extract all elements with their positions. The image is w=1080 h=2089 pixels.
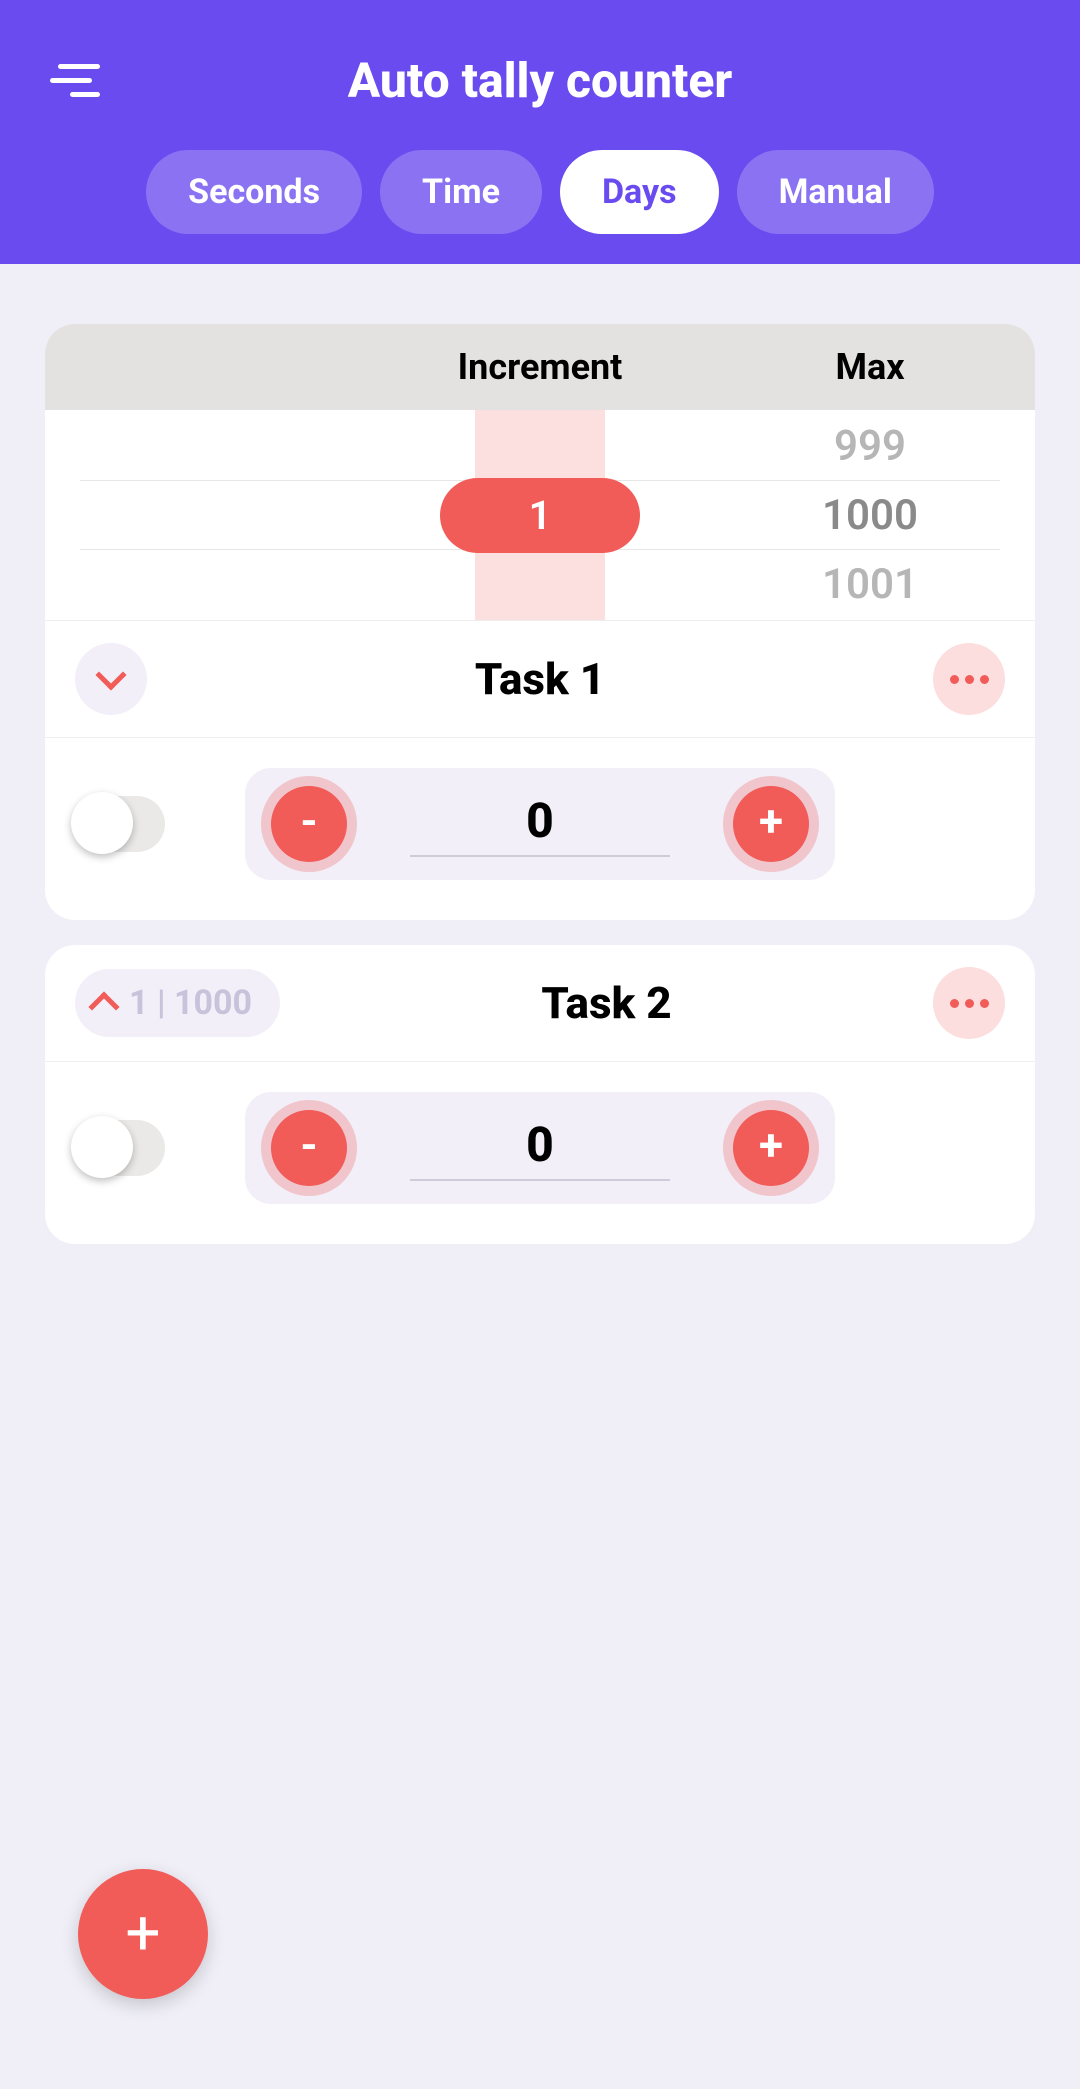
menu-icon[interactable] <box>50 55 100 105</box>
task-1-decrement-button[interactable]: - <box>271 786 347 862</box>
task-2-more-button[interactable] <box>933 967 1005 1039</box>
task-1-toggle[interactable] <box>75 796 165 852</box>
chevron-down-icon <box>95 659 126 690</box>
increment-option-below[interactable]: 2 <box>529 565 552 612</box>
collapse-toggle-task-1[interactable] <box>75 643 147 715</box>
tab-time[interactable]: Time <box>380 150 542 234</box>
tab-days[interactable]: Days <box>560 150 719 234</box>
tab-manual[interactable]: Manual <box>737 150 934 234</box>
task-2-toggle[interactable] <box>75 1120 165 1176</box>
task-2-increment-button[interactable]: + <box>733 1110 809 1186</box>
mode-tabs: Seconds Time Days Manual <box>30 150 1050 234</box>
task-1-more-button[interactable] <box>933 643 1005 715</box>
task-2-name: Task 2 <box>280 977 933 1029</box>
task-1-count[interactable]: 0 <box>347 792 733 855</box>
task-1-counter: - 0 + <box>245 768 835 880</box>
max-option-above[interactable]: 999 <box>834 422 906 471</box>
increment-selected[interactable]: 1 <box>440 478 640 553</box>
task-2-counter: - 0 + <box>245 1092 835 1204</box>
task-2-decrement-button[interactable]: - <box>271 1110 347 1186</box>
task-1-card: Increment Max 1 2 999 1000 1001 Task 1 <box>45 324 1035 920</box>
task-2-count[interactable]: 0 <box>347 1116 733 1179</box>
task-2-card: 1 | 1000 Task 2 - 0 + <box>45 945 1035 1244</box>
max-header: Max <box>705 346 1035 388</box>
chevron-up-icon <box>88 991 119 1022</box>
task-1-name: Task 1 <box>147 653 933 705</box>
add-task-fab[interactable]: + <box>78 1869 208 1999</box>
task-1-increment-button[interactable]: + <box>733 786 809 862</box>
page-title: Auto tally counter <box>30 52 1050 109</box>
max-selected[interactable]: 1000 <box>822 491 918 540</box>
collapse-toggle-task-2[interactable]: 1 | 1000 <box>75 969 280 1037</box>
plus-icon: + <box>125 1903 160 1965</box>
max-option-below[interactable]: 1001 <box>822 560 918 609</box>
increment-header: Increment <box>375 346 705 388</box>
task-2-badge: 1 | 1000 <box>129 983 252 1023</box>
tab-seconds[interactable]: Seconds <box>146 150 362 234</box>
value-picker[interactable]: 1 2 999 1000 1001 <box>45 410 1035 620</box>
